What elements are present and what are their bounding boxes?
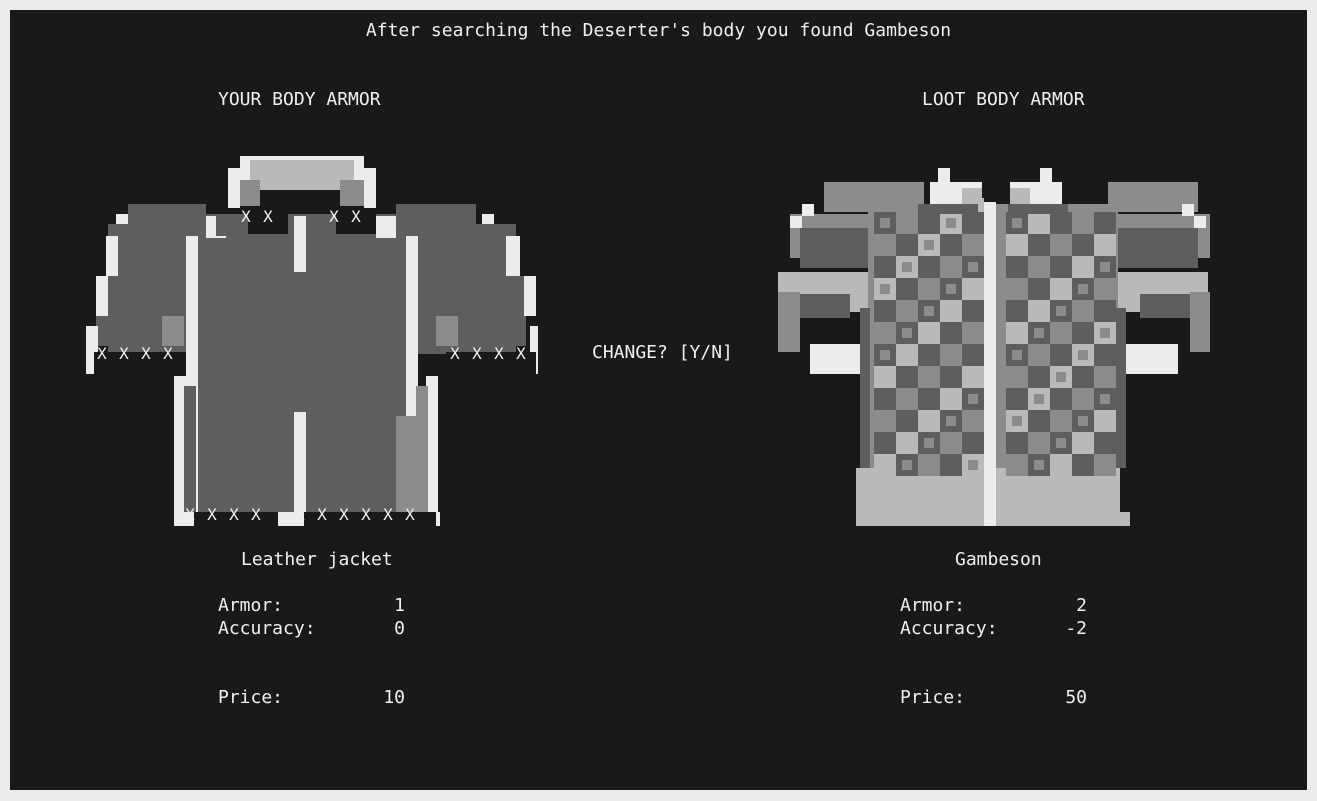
- loot-price-value: 50: [1065, 687, 1087, 708]
- player-armor-name: Leather jacket: [241, 549, 393, 570]
- hole-mark: X: [207, 505, 217, 524]
- hole-mark: X: [405, 505, 415, 524]
- hole-mark: X: [472, 344, 482, 363]
- hole-mark: X: [163, 344, 173, 363]
- player-accuracy-value: 0: [394, 618, 405, 639]
- hole-mark: X: [450, 344, 460, 363]
- player-armor-label: Armor:: [218, 595, 284, 616]
- loot-accuracy-value: -2: [1065, 618, 1087, 639]
- loot-price-label: Price:: [900, 687, 966, 708]
- hole-mark: X: [241, 207, 251, 226]
- hole-mark: X: [339, 505, 349, 524]
- hole-mark: X: [229, 505, 239, 524]
- hole-mark: X: [494, 344, 504, 363]
- hole-mark: X: [97, 344, 107, 363]
- gambeson-sprite: [778, 168, 1210, 526]
- hole-mark: X: [295, 505, 305, 524]
- hole-mark: X: [351, 207, 361, 226]
- hole-mark: X: [141, 344, 151, 363]
- player-price-label: Price:: [218, 687, 284, 708]
- hole-mark: X: [329, 207, 339, 226]
- change-prompt[interactable]: CHANGE? [Y/N]: [592, 342, 733, 364]
- player-armor-value: 1: [394, 595, 405, 616]
- game-screen: After searching the Deserter's body you …: [10, 10, 1307, 790]
- hole-mark: X: [361, 505, 371, 524]
- loot-accuracy-label: Accuracy:: [900, 618, 998, 639]
- hole-mark: X: [263, 207, 273, 226]
- loot-armor-title: LOOT BODY ARMOR: [922, 89, 1085, 110]
- loot-armor-name: Gambeson: [955, 549, 1042, 570]
- leather-jacket-sprite: [86, 156, 538, 526]
- hole-mark: X: [383, 505, 393, 524]
- loot-message: After searching the Deserter's body you …: [365, 20, 952, 41]
- hole-mark: X: [185, 505, 195, 524]
- player-accuracy-label: Accuracy:: [218, 618, 316, 639]
- hole-mark: X: [251, 505, 261, 524]
- loot-armor-value: 2: [1076, 595, 1087, 616]
- player-armor-title: YOUR BODY ARMOR: [218, 89, 381, 110]
- hole-mark: X: [317, 505, 327, 524]
- player-price-value: 10: [383, 687, 405, 708]
- hole-mark: X: [119, 344, 129, 363]
- loot-armor-label: Armor:: [900, 595, 966, 616]
- hole-mark: X: [516, 344, 526, 363]
